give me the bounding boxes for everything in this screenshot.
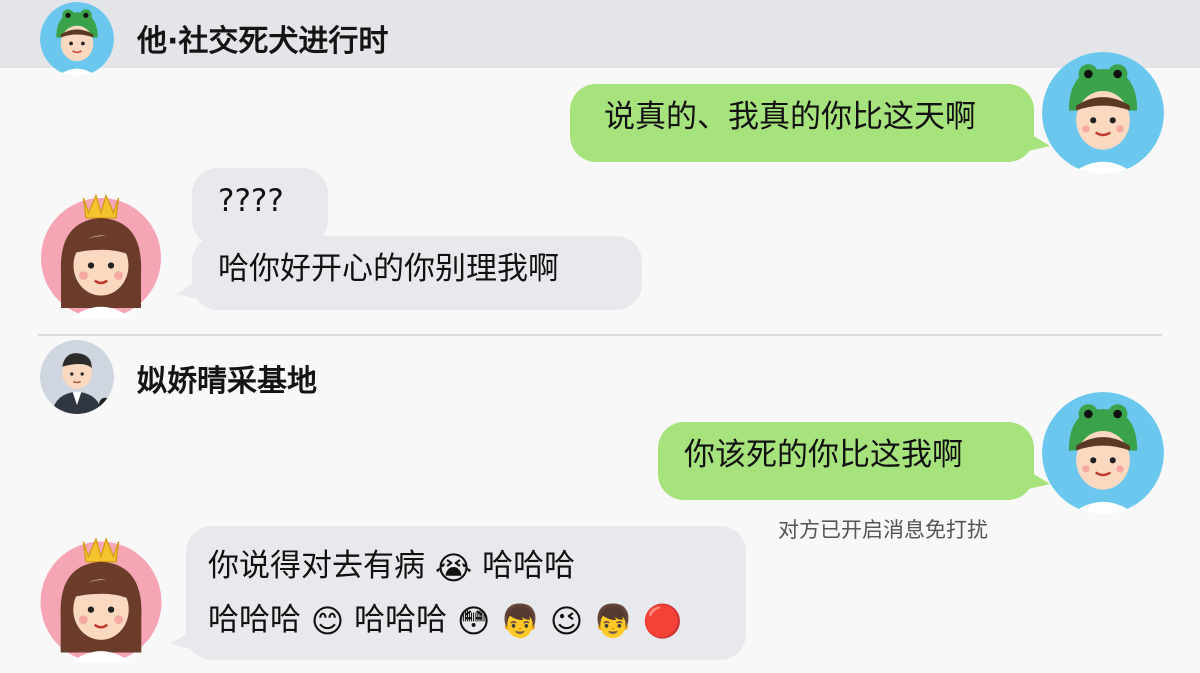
- crown-girl-icon: [40, 537, 162, 663]
- chat1-question-text: ????: [218, 183, 284, 219]
- chat2-reply-line2-a: 哈哈哈: [208, 601, 301, 638]
- chat2-reply-line2: 哈哈哈 😊 哈哈哈 😳 👦 😉 👦 🔴: [208, 594, 746, 648]
- chat2-title: 姒娇晴采基地: [137, 364, 317, 399]
- do-not-disturb-status: 对方已开启消息免打扰: [778, 518, 988, 542]
- red-blob-emoji-icon: 🔴: [642, 602, 683, 640]
- frog-hat-boy-icon: [1042, 52, 1164, 174]
- frog-boy-avatar-1[interactable]: [1042, 52, 1164, 174]
- boy-emoji-icon: 👦: [500, 602, 540, 640]
- chat2-reply-line1-tail: 哈哈哈: [482, 548, 576, 584]
- chat2-sent-text: 你该死的你比这我啊: [684, 437, 963, 473]
- chat2-sent-bubble[interactable]: 你该死的你比这我啊: [658, 422, 1050, 500]
- crown-girl-avatar-1[interactable]: [38, 188, 164, 318]
- chat2-reply-line1: 你说得对去有病 😭 哈哈哈: [208, 540, 746, 594]
- suit-man-avatar[interactable]: [40, 340, 114, 414]
- crown-girl-avatar-2[interactable]: [38, 530, 164, 664]
- frog-hat-boy-icon: [1042, 392, 1164, 514]
- chat1-question-bubble[interactable]: ????: [192, 168, 328, 246]
- chat2-reply-bubble[interactable]: 你说得对去有病 😭 哈哈哈 哈哈哈 😊 哈哈哈 😳 👦 😉 👦 🔴: [170, 526, 746, 660]
- chat2-reply-line1-text: 你说得对去有病: [208, 548, 425, 584]
- chat-divider: [38, 334, 1162, 336]
- frog-boy-avatar-2[interactable]: [1042, 392, 1164, 514]
- frog-hat-boy-icon: [40, 2, 114, 76]
- crying-emoji-icon: 😭: [434, 548, 473, 587]
- chat1-title: 他·社交死犬进行时: [137, 24, 389, 59]
- wink-emoji-icon: 😉: [549, 602, 584, 640]
- chat2-reply-line2-b: 哈哈哈: [354, 601, 448, 638]
- boy-emoji-icon: 👦: [593, 602, 633, 640]
- frog-boy-avatar-header[interactable]: [40, 2, 114, 76]
- smile-emoji-icon: 😊: [310, 602, 345, 640]
- chat1-sent-bubble[interactable]: 说真的、我真的你比这天啊: [570, 84, 1050, 162]
- suit-man-icon: [40, 340, 114, 414]
- crown-girl-icon: [41, 193, 161, 318]
- chat1-reply-text: 哈你好开心的你别理我啊: [218, 251, 559, 287]
- chat1-sent-text: 说真的、我真的你比这天啊: [604, 99, 976, 135]
- flushed-emoji-icon: 😳: [456, 602, 491, 640]
- chat1-reply-bubble[interactable]: 哈你好开心的你别理我啊: [176, 236, 642, 310]
